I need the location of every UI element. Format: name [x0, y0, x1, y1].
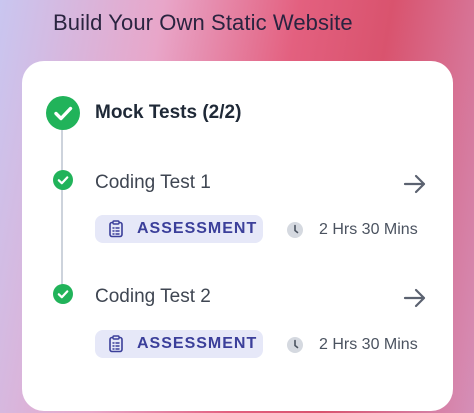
section-check-icon: [46, 96, 80, 130]
assessment-badge: ASSESSMENT: [95, 330, 263, 358]
badge-label: ASSESSMENT: [137, 335, 258, 352]
clock-icon: [286, 221, 304, 239]
clipboard-icon: [109, 220, 123, 238]
test-check-icon: [53, 284, 73, 304]
clock-icon: [286, 336, 304, 354]
test-title[interactable]: Coding Test 1: [95, 172, 211, 194]
clipboard-icon: [109, 335, 123, 353]
progress-track-line: [61, 128, 63, 296]
assessment-badge: ASSESSMENT: [95, 215, 263, 243]
test-check-icon: [53, 170, 73, 190]
course-title: Build Your Own Static Website: [53, 10, 353, 35]
badge-label: ASSESSMENT: [137, 220, 258, 237]
arrow-right-icon[interactable]: [400, 283, 430, 313]
test-duration: 2 Hrs 30 Mins: [319, 221, 418, 238]
section-title: Mock Tests (2/2): [95, 102, 242, 123]
arrow-right-icon[interactable]: [400, 169, 430, 199]
test-title[interactable]: Coding Test 2: [95, 286, 211, 308]
test-duration: 2 Hrs 30 Mins: [319, 336, 418, 353]
